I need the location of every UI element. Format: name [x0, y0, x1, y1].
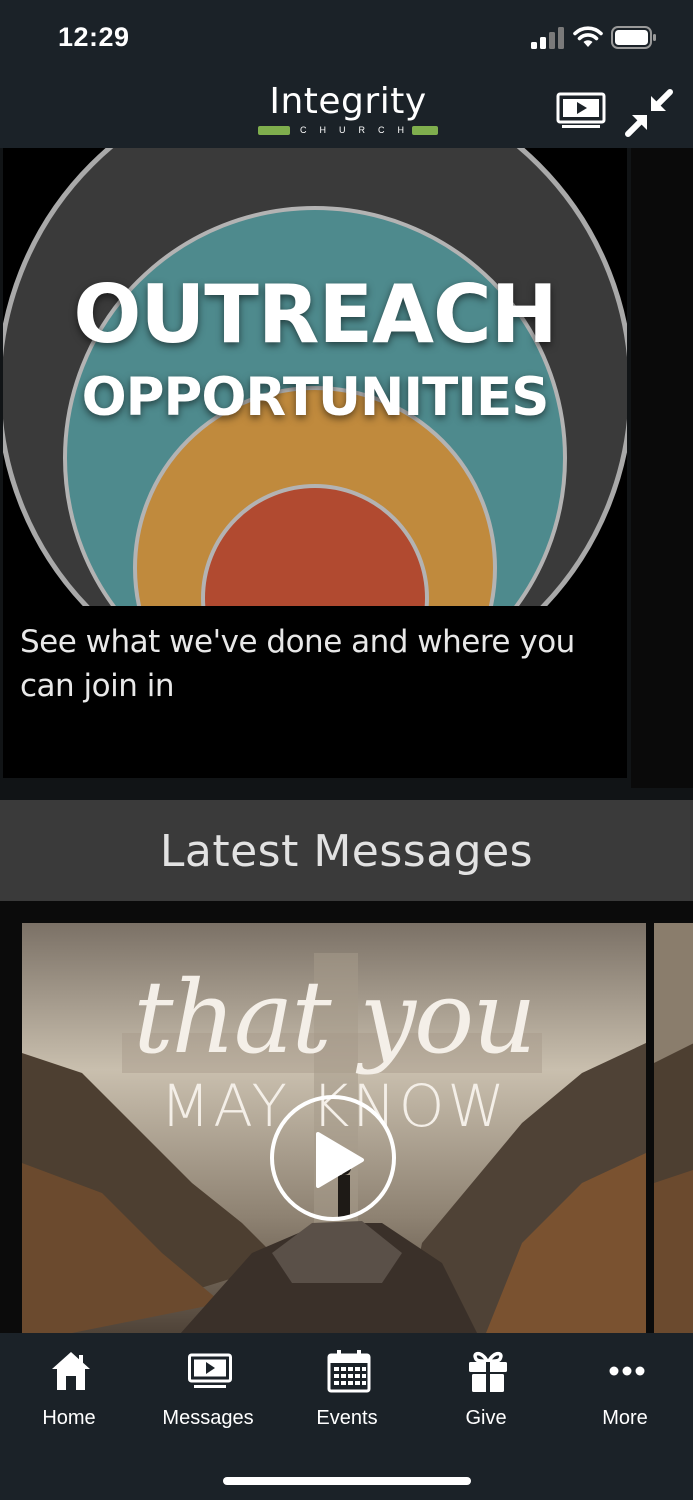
home-indicator[interactable]	[223, 1477, 471, 1485]
collapse-button[interactable]	[624, 88, 674, 138]
calendar-icon	[327, 1350, 371, 1393]
logo-wordmark: Integrity	[269, 81, 427, 122]
wifi-icon	[573, 26, 603, 47]
latest-messages-header: Latest Messages	[0, 800, 693, 901]
play-button[interactable]	[270, 1095, 396, 1221]
bottom-tab-bar: Home Messages Events Give More	[0, 1333, 693, 1500]
message-card[interactable]: that you MAY KNOW	[22, 923, 646, 1333]
tab-label: More	[602, 1407, 648, 1429]
battery-icon	[611, 26, 656, 49]
tab-give[interactable]: Give	[426, 1349, 546, 1433]
tab-label: Home	[42, 1407, 96, 1429]
hero-title: OUTREACH	[73, 268, 557, 361]
church-logo: Integrity CHURCH	[256, 80, 440, 138]
tab-label: Give	[465, 1407, 507, 1429]
home-icon	[52, 1352, 90, 1390]
tab-events[interactable]: Events	[287, 1349, 407, 1433]
status-time: 12:29	[58, 22, 130, 52]
more-dots-icon	[609, 1366, 645, 1376]
tab-home[interactable]: Home	[9, 1349, 129, 1433]
hero-subtitle: OPPORTUNITIES	[81, 367, 550, 428]
cellular-signal-icon	[531, 27, 564, 49]
logo-accent-bar	[258, 126, 290, 135]
logo-accent-bar	[412, 126, 438, 135]
collapse-arrows-icon	[625, 89, 673, 137]
gift-icon	[469, 1351, 507, 1392]
app-screen: 12:29 Integrity CHURCH OUTREACH OPPORTUN…	[0, 0, 693, 1500]
tv-play-icon	[188, 1353, 232, 1388]
outreach-banner-image: OUTREACH OPPORTUNITIES	[3, 148, 627, 606]
message-script-title: that you	[133, 959, 536, 1076]
tab-label: Messages	[162, 1407, 254, 1429]
featured-card-outreach[interactable]: OUTREACH OPPORTUNITIES See what we've do…	[3, 148, 627, 778]
tab-more[interactable]: More	[565, 1349, 685, 1433]
status-bar: 12:29	[0, 0, 693, 72]
cast-tv-button[interactable]	[556, 92, 606, 130]
tab-label: Events	[316, 1407, 378, 1429]
logo-subtitle: CHURCH	[300, 125, 417, 135]
featured-carousel: OUTREACH OPPORTUNITIES See what we've do…	[0, 148, 693, 800]
play-icon	[316, 1132, 364, 1188]
tab-messages[interactable]: Messages	[148, 1349, 268, 1433]
section-title: Latest Messages	[159, 826, 534, 877]
next-featured-card[interactable]	[631, 148, 693, 788]
tv-play-icon	[556, 92, 606, 128]
next-message-card[interactable]	[654, 923, 693, 1333]
hero-caption: See what we've done and where you can jo…	[20, 624, 575, 704]
app-header: Integrity CHURCH	[0, 72, 693, 148]
messages-carousel: that you MAY KNOW	[0, 901, 693, 1333]
